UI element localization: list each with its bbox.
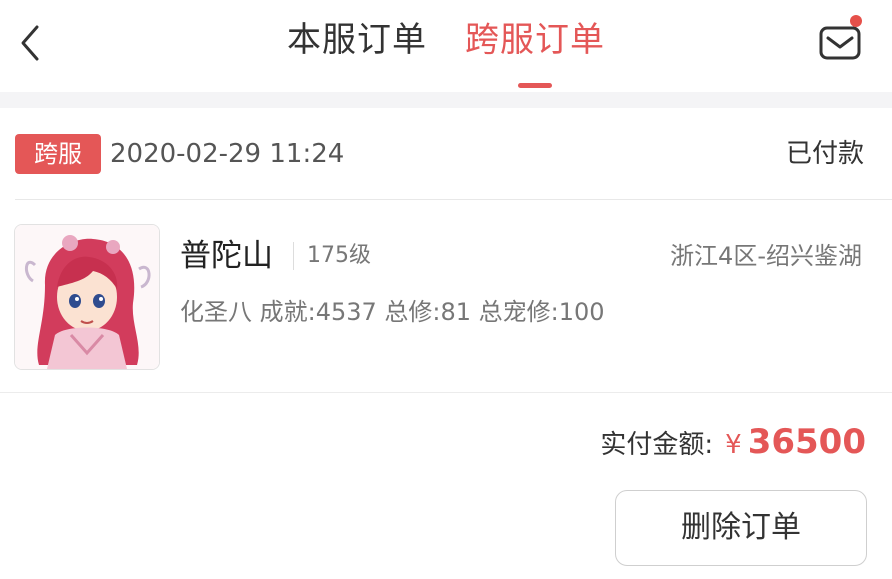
cross-server-badge: 跨服: [15, 134, 101, 174]
character-portrait: [15, 225, 159, 369]
section-gap: [0, 92, 892, 108]
order-time: 2020-02-29 11:24: [110, 139, 345, 169]
divider: [15, 199, 892, 200]
separator: [293, 242, 294, 270]
divider: [0, 392, 892, 393]
character-stats: 化圣八 成就:4537 总修:81 总宠修:100: [180, 298, 605, 326]
tab-bar: 本服订单 跨服订单: [0, 14, 892, 88]
currency-symbol: ¥: [725, 430, 742, 460]
character-avatar[interactable]: [14, 224, 160, 370]
order-status: 已付款: [785, 139, 864, 169]
order-page: 本服订单 跨服订单 跨服 2020-02-29 11:24 已付款 普陀山 17…: [0, 0, 892, 579]
tab-local-orders[interactable]: 本服订单: [287, 14, 427, 74]
server-name: 浙江4区-绍兴鉴湖: [670, 242, 862, 270]
delete-order-button[interactable]: 删除订单: [615, 490, 867, 566]
header: 本服订单 跨服订单: [0, 0, 892, 92]
amount-value: 36500: [747, 422, 866, 462]
notification-dot: [850, 15, 862, 27]
character-level: 175级: [307, 243, 371, 268]
tab-cross-server-orders[interactable]: 跨服订单: [465, 14, 605, 88]
total-amount: ¥36500: [725, 422, 866, 462]
total-row: 实付金额: ¥36500: [600, 414, 866, 470]
total-label: 实付金额:: [600, 429, 714, 460]
character-school: 普陀山: [180, 238, 273, 274]
